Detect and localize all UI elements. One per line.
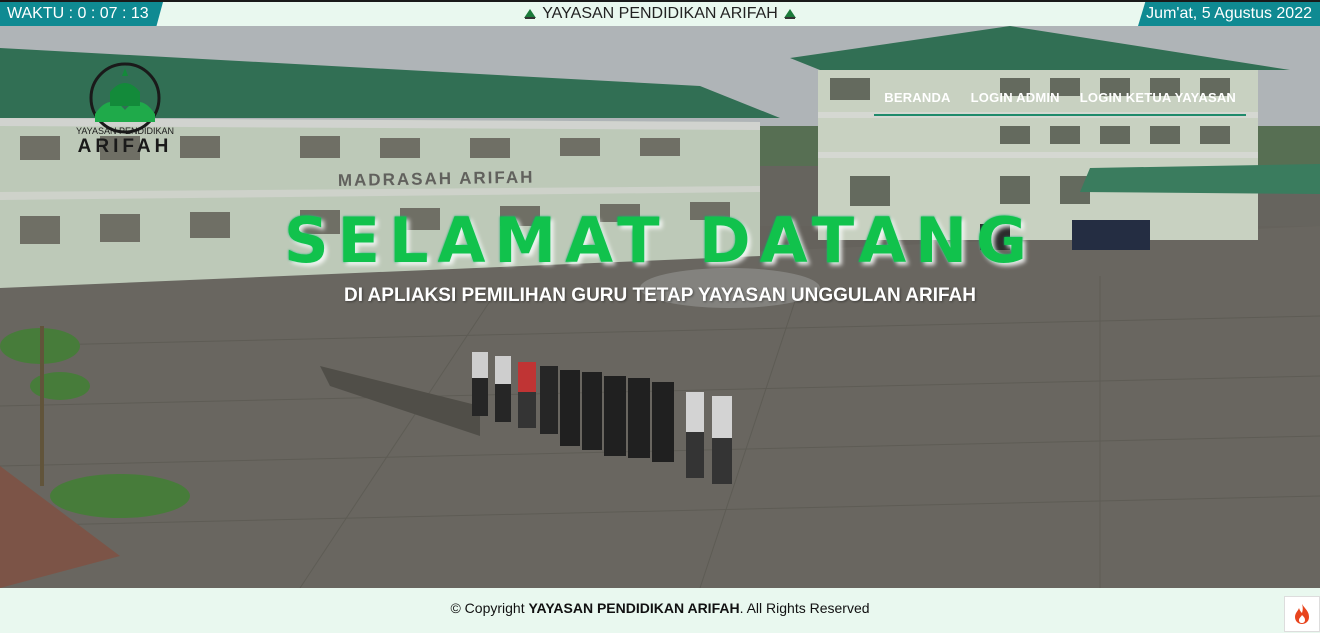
nav-beranda[interactable]: BERANDA [874, 90, 960, 105]
copyright-brand: YAYASAN PENDIDIKAN ARIFAH [528, 600, 740, 616]
nav-login-admin[interactable]: LOGIN ADMIN [961, 90, 1070, 105]
hero-banner: MADRASAH ARIFAH YAYASAN PENDIDIKAN ARIFA… [0, 26, 1320, 588]
nav-login-ketua-yayasan[interactable]: LOGIN KETUA YAYASAN [1070, 90, 1246, 105]
fire-icon-button[interactable] [1284, 596, 1320, 632]
top-bar: WAKTU : 0 : 07 : 13 YAYASAN PENDIDIKAN A… [0, 0, 1320, 26]
main-nav: BERANDA LOGIN ADMIN LOGIN KETUA YAYASAN [874, 90, 1246, 116]
copyright-suffix: . All Rights Reserved [739, 600, 870, 616]
footer: © Copyright YAYASAN PENDIDIKAN ARIFAH. A… [0, 588, 1320, 633]
school-logo-icon [783, 9, 796, 19]
logo-line1: YAYASAN PENDIDIKAN [76, 126, 174, 136]
copyright-prefix: © Copyright [450, 600, 525, 616]
site-title: YAYASAN PENDIDIKAN ARIFAH [0, 2, 1320, 26]
fire-icon [1295, 604, 1309, 624]
arifah-logo: YAYASAN PENDIDIKAN ARIFAH [76, 62, 174, 157]
date-display: Jum'at, 5 Agustus 2022 [1138, 2, 1320, 26]
welcome-heading: SELAMAT DATANG [283, 204, 1037, 277]
site-title-text: YAYASAN PENDIDIKAN ARIFAH [542, 5, 778, 22]
logo-line2: ARIFAH [78, 136, 173, 157]
welcome-subheading: DI APLIAKSI PEMILIHAN GURU TETAP YAYASAN… [343, 285, 976, 306]
school-logo-icon [524, 9, 537, 19]
